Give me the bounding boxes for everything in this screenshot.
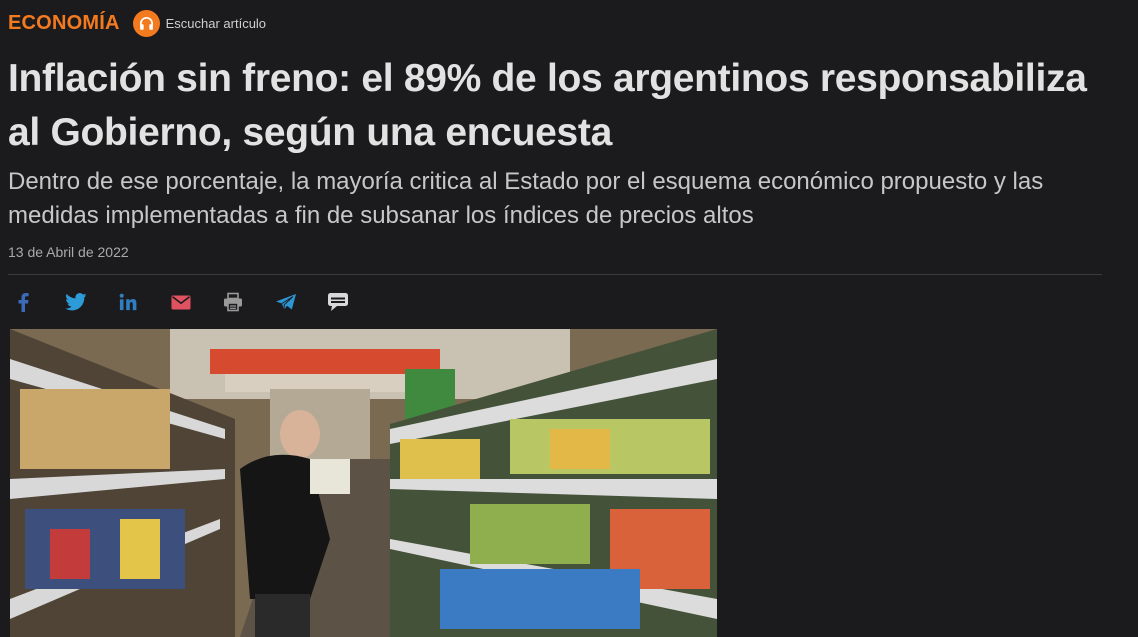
listen-article-label: Escuchar artículo	[165, 15, 267, 31]
share-sms-button[interactable]	[323, 287, 353, 317]
share-facebook-button[interactable]	[8, 287, 38, 317]
article-subtitle: Dentro de ese porcentaje, la mayoría cri…	[8, 168, 1044, 229]
email-icon	[171, 295, 191, 310]
article: ECONOMÍA Escuchar artículo Inflación sin…	[0, 0, 1138, 637]
article-title: Inflación sin freno: el 89% de los argen…	[8, 57, 1087, 154]
article-photo	[10, 329, 717, 637]
twitter-icon	[64, 293, 87, 311]
sms-icon	[327, 292, 349, 312]
headphones-icon	[132, 9, 160, 37]
facebook-icon	[16, 292, 30, 312]
divider	[8, 274, 1102, 275]
article-topline: ECONOMÍA Escuchar artículo	[8, 9, 266, 37]
print-icon	[223, 292, 243, 312]
telegram-icon	[275, 293, 297, 312]
share-twitter-button[interactable]	[61, 287, 91, 317]
section-label[interactable]: ECONOMÍA	[8, 12, 120, 35]
linkedin-icon	[119, 293, 137, 311]
print-button[interactable]	[218, 287, 248, 317]
share-email-button[interactable]	[166, 287, 196, 317]
share-bar	[8, 287, 376, 317]
listen-article-button[interactable]: Escuchar artículo	[132, 9, 267, 37]
share-linkedin-button[interactable]	[113, 287, 143, 317]
publish-date: 13 de Abril de 2022	[8, 244, 129, 260]
share-telegram-button[interactable]	[271, 287, 301, 317]
